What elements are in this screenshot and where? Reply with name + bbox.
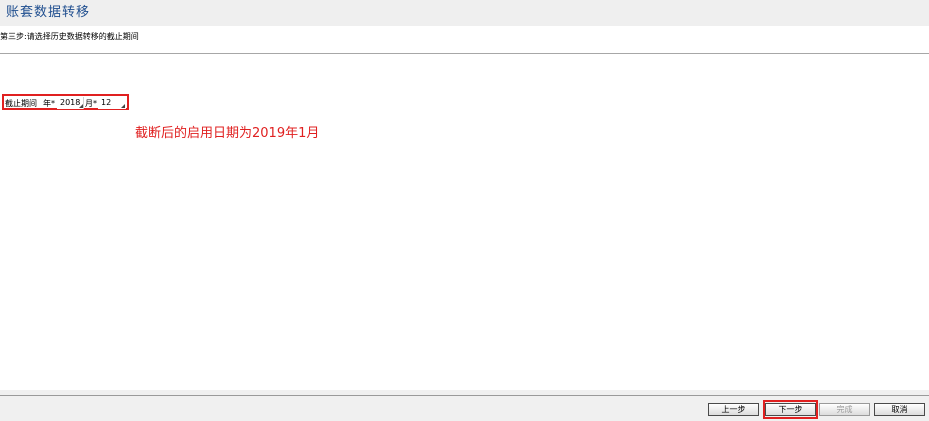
year-label: 年* (43, 99, 55, 108)
finish-button[interactable]: 完成 (819, 403, 870, 416)
window-title: 账套数据转移 (6, 5, 91, 20)
cancel-button[interactable]: 取消 (874, 403, 925, 416)
step-instruction: 第三步:请选择历史数据转移的截止期间 (0, 32, 139, 41)
title-bar: 账套数据转移 (0, 0, 929, 26)
month-dropdown-icon[interactable] (121, 104, 125, 108)
month-label: 月* (85, 99, 97, 108)
next-button-highlight (763, 400, 818, 419)
divider (0, 53, 929, 54)
prev-step-button[interactable]: 上一步 (708, 403, 759, 416)
footer-divider (0, 395, 929, 396)
period-label: 截止期间 (5, 99, 37, 108)
year-dropdown-icon[interactable] (79, 104, 83, 108)
annotation-note: 截断后的启用日期为2019年1月 (135, 126, 320, 141)
